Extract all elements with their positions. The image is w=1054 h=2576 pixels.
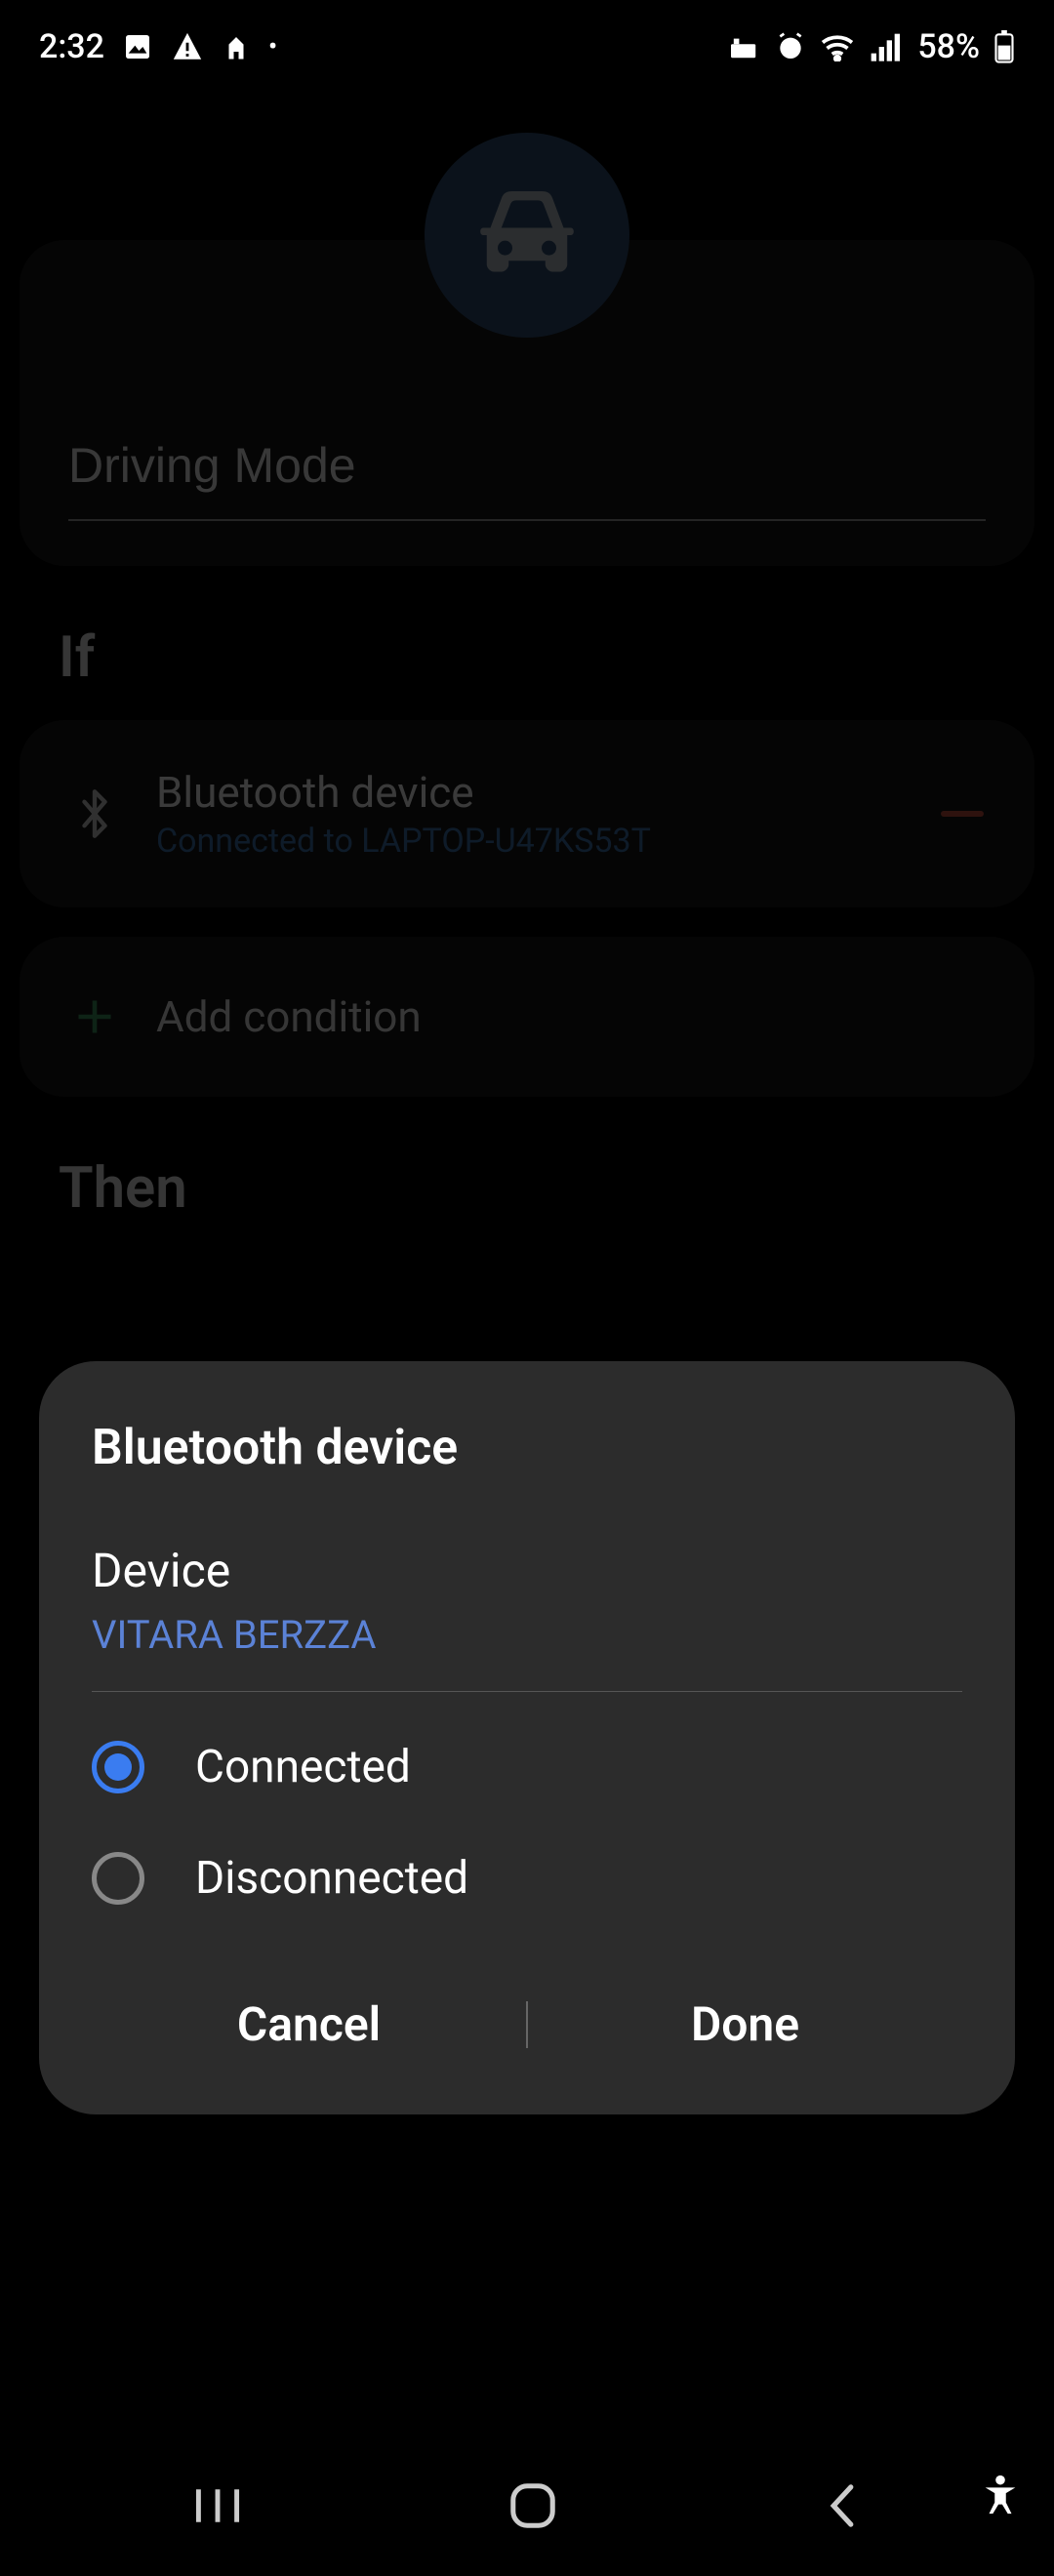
bluetooth-device-dialog: Bluetooth device Device VITARA BERZZA Co… [39,1361,1015,2114]
section-if: If [59,624,1054,691]
radio-connected[interactable]: Connected [92,1711,962,1823]
radio-disconnected[interactable]: Disconnected [92,1823,962,1934]
done-button[interactable]: Done [528,1973,962,2075]
device-name: VITARA BERZZA [92,1612,962,1658]
mode-name-input[interactable] [68,425,986,521]
alarm-icon [775,31,806,62]
prayer-icon [222,32,251,61]
back-button[interactable] [821,2481,864,2534]
recents-button[interactable] [190,2483,245,2532]
section-then: Then [59,1155,1054,1222]
device-label: Device [92,1543,962,1598]
car-icon [468,181,586,289]
divider [92,1691,962,1692]
radio-label-connected: Connected [195,1741,411,1793]
radio-button-selected [92,1741,144,1793]
battery-text: 58% [917,27,980,66]
status-time: 2:32 [39,27,104,66]
battery-icon [993,30,1015,63]
wifi-icon [820,32,855,61]
condition-subtitle: Connected to LAPTOP-U47KS53T [156,822,904,861]
dot-icon: • [268,32,277,61]
home-button[interactable] [507,2480,558,2535]
dialog-title: Bluetooth device [92,1420,962,1476]
status-bar: 2:32 • 58% [0,0,1054,94]
condition-title: Bluetooth device [156,767,904,818]
plus-icon [70,995,119,1038]
add-condition-label: Add condition [156,991,422,1042]
radio-label-disconnected: Disconnected [195,1852,468,1905]
mode-icon-circle [425,133,629,338]
add-condition-card[interactable]: Add condition [20,937,1034,1097]
accessibility-button[interactable] [978,2473,1023,2521]
dnd-icon [728,33,761,60]
signal-icon [869,32,900,61]
radio-button [92,1852,144,1905]
remove-condition-button[interactable] [941,811,984,817]
cancel-button[interactable]: Cancel [92,1973,526,2075]
background-content: If Bluetooth device Connected to LAPTOP-… [0,94,1054,2576]
warning-icon [171,30,204,63]
bluetooth-icon [70,785,119,842]
device-picker[interactable]: Device VITARA BERZZA [92,1543,962,1658]
nav-bar [0,2439,1054,2576]
condition-card[interactable]: Bluetooth device Connected to LAPTOP-U47… [20,720,1034,907]
image-icon [122,31,153,62]
